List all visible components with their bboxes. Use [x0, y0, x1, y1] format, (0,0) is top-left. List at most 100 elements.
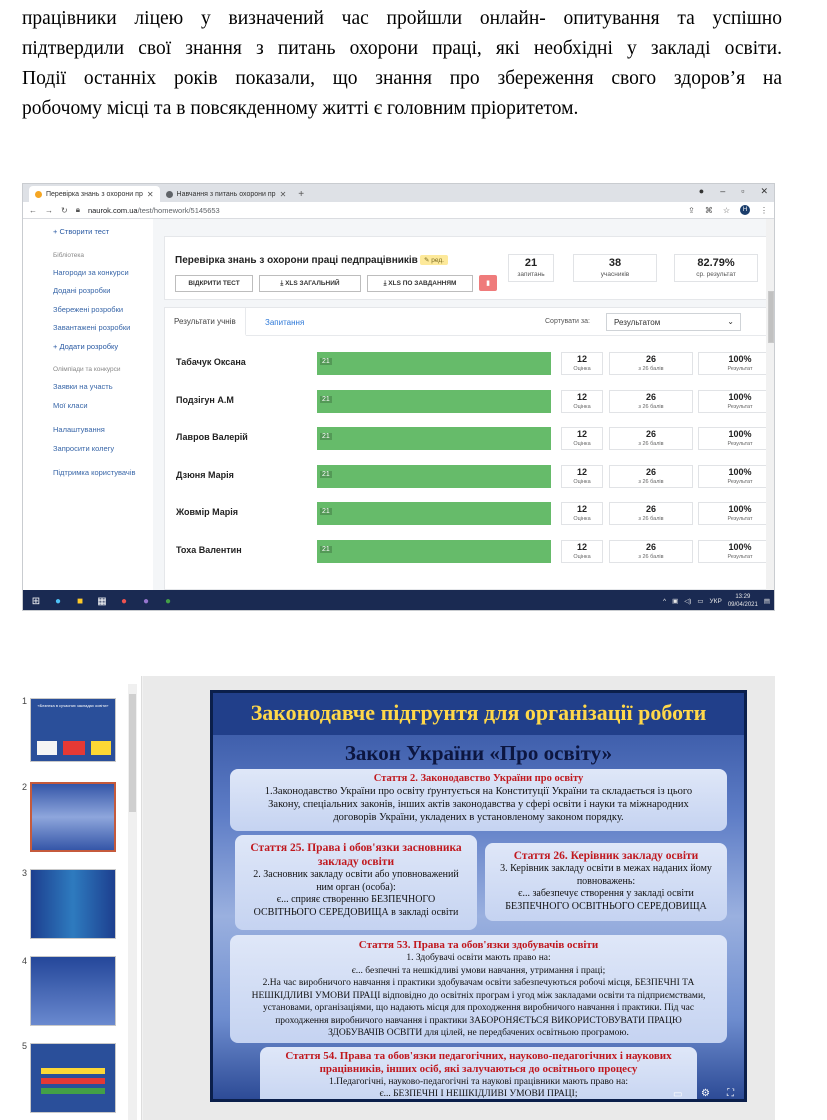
- thumbnails-scrollbar[interactable]: [128, 684, 137, 1120]
- student-name[interactable]: Жовмір Марія: [176, 507, 238, 517]
- tab-student-results[interactable]: Результати учнів: [165, 308, 246, 336]
- fullscreen-icon[interactable]: ⛶: [727, 1088, 734, 1099]
- article-54-line-1: 1.Педагогічні, науково-педагогічні та на…: [329, 1077, 628, 1087]
- table-row[interactable]: Табачук Оксана 21 12 Оцінка 26 з 26 балів 100%…: [165, 344, 774, 381]
- volume-icon[interactable]: ◁): [684, 597, 691, 605]
- tray-chevron-icon[interactable]: ^: [663, 598, 666, 605]
- article-53-line-1: 1. Здобувачі освіти мають право на:: [406, 953, 551, 963]
- edit-badge[interactable]: ✎ ред.: [420, 255, 448, 265]
- delete-button[interactable]: ▮: [479, 275, 497, 291]
- reload-icon[interactable]: ↻: [61, 206, 68, 215]
- star-icon[interactable]: ☆: [723, 206, 730, 215]
- result-box: 100% Результат: [698, 502, 774, 525]
- table-row[interactable]: Жовмір Марія 21 12 Оцінка 26 з 26 балів 100% Ре…: [165, 494, 774, 531]
- open-test-button[interactable]: ВІДКРИТИ ТЕСТ: [175, 275, 253, 292]
- new-tab-button[interactable]: +: [292, 186, 310, 202]
- article-25-line-3: є... сприяє створенню БЕЗПЕЧНОГО: [276, 894, 436, 905]
- keyboard-icon[interactable]: ▭: [697, 597, 703, 605]
- table-row[interactable]: Дзюня Марія 21 12 Оцінка 26 з 26 балів 100% Рез…: [165, 457, 774, 494]
- create-test-link[interactable]: + Створити тест: [53, 221, 153, 241]
- slide-thumbnail-4[interactable]: [30, 956, 116, 1026]
- grade-box: 12 Оцінка: [561, 464, 603, 488]
- sidebar-item-applications[interactable]: Заявки на участь: [53, 378, 153, 397]
- close-tab-icon[interactable]: ✕: [147, 190, 154, 199]
- viber-icon[interactable]: ●: [135, 590, 157, 610]
- subtitles-icon[interactable]: ▭: [673, 1089, 682, 1099]
- url-field[interactable]: naurok.com.ua/test/homework/5145653: [88, 206, 680, 215]
- slide-thumbnail-3[interactable]: [30, 869, 116, 939]
- test-summary-card: Перевірка знань з охорони праці педпраці…: [164, 236, 768, 300]
- student-name[interactable]: Табачук Оксана: [176, 357, 246, 367]
- windows-start-icon[interactable]: ⊞: [25, 590, 47, 610]
- grade-box: 12 Оцінка: [561, 352, 603, 375]
- xls-tasks-button[interactable]: ⤓ XLS ПО ЗАВДАННЯМ: [367, 275, 473, 292]
- article-53-line-2: є... безпечні та нешкідливі умови навчан…: [351, 965, 606, 976]
- browser-tab-1[interactable]: Перевірка знань з охорони пр ✕: [29, 186, 160, 202]
- slide-thumbnail-2[interactable]: [30, 782, 116, 852]
- sidebar-item-support[interactable]: Підтримка користувачів: [53, 464, 153, 483]
- slide-thumbnail-5[interactable]: [30, 1043, 116, 1113]
- student-name[interactable]: Тоха Валентин: [176, 545, 242, 555]
- file-explorer-icon[interactable]: ■: [69, 590, 91, 610]
- sidebar-item-uploaded[interactable]: Завантажені розробки: [53, 319, 153, 338]
- student-name[interactable]: Дзюня Марія: [176, 470, 234, 480]
- grade-box: 12 Оцінка: [561, 389, 603, 413]
- result-value: 100%: [728, 504, 752, 514]
- article-2-line-1: 1.Законодавство України про освіту ґрунт…: [264, 786, 693, 797]
- add-development-link[interactable]: + Додати розробку: [53, 337, 153, 356]
- maximize-icon[interactable]: ▫: [741, 186, 744, 197]
- media-player-icon[interactable]: ▦: [91, 590, 113, 610]
- notifications-icon[interactable]: ▤: [764, 597, 770, 605]
- article-2-line-2: Закону, спеціальних законів, інших актів…: [268, 799, 689, 810]
- browser-tab-2[interactable]: Навчання з питань охорони пр ✕: [160, 186, 293, 202]
- sidebar-item-added[interactable]: Додані розробки: [53, 282, 153, 301]
- close-window-icon[interactable]: ✕: [760, 186, 768, 197]
- points-label: з 26 балів: [638, 516, 664, 522]
- network-icon[interactable]: ▣: [672, 597, 678, 605]
- student-name[interactable]: Подзігун А.М: [176, 395, 234, 405]
- scrollbar-thumb[interactable]: [768, 291, 774, 343]
- progress-bar: 21: [317, 389, 551, 413]
- xls-total-button[interactable]: ⤓ XLS ЗАГАЛЬНИЙ: [259, 275, 361, 292]
- slide-thumbnail-1[interactable]: «Безпека в сучасних закладах освіти»: [30, 698, 116, 762]
- sort-select[interactable]: Результатом ⌄: [606, 313, 741, 331]
- table-row[interactable]: Тоха Валентин 21 12 Оцінка 26 з 26 балів 100% Р…: [165, 532, 774, 569]
- sidebar-item-awards[interactable]: Нагороди за конкурси: [53, 263, 153, 282]
- article-26-line-3: є... забезпечує створення у закладі осві…: [518, 888, 694, 899]
- menu-dots-icon[interactable]: ⋮: [760, 206, 768, 215]
- grade-label: Оцінка: [573, 516, 591, 522]
- close-tab-icon[interactable]: ✕: [280, 190, 287, 199]
- profile-avatar[interactable]: Н: [740, 205, 750, 215]
- sidebar-item-invite[interactable]: Запросити колегу: [53, 439, 153, 458]
- article-26-line-2: повноважень:: [576, 875, 636, 887]
- stat-questions: 21 запитань: [508, 254, 554, 282]
- language-indicator[interactable]: УКР: [710, 598, 722, 605]
- table-row[interactable]: Лавров Валерій 21 12 Оцінка 26 з 26 балів 100%…: [165, 419, 774, 456]
- profile-circle-icon[interactable]: ●: [699, 186, 704, 197]
- sidebar-item-my-classes[interactable]: Мої класи: [53, 396, 153, 415]
- settings-gear-icon[interactable]: ⚙: [701, 1088, 710, 1099]
- library-section-title: Бібліотека: [53, 251, 84, 259]
- stat-average-label: ср. результат: [696, 271, 736, 278]
- tab-questions[interactable]: Запитання: [256, 308, 313, 336]
- window-controls: ● – ▫ ✕: [699, 186, 768, 197]
- thumbnails-scroll-thumb[interactable]: [129, 694, 136, 812]
- clock[interactable]: 13:29 09/04/2021: [728, 593, 758, 609]
- back-arrow-icon[interactable]: ←: [29, 206, 37, 215]
- stat-average-value: 82.79%: [697, 257, 735, 269]
- points-value: 26: [645, 541, 656, 552]
- student-name[interactable]: Лавров Валерій: [176, 432, 248, 442]
- translate-icon[interactable]: ⌘: [705, 206, 713, 215]
- sort-select-value: Результатом: [614, 317, 661, 327]
- sidebar-item-settings[interactable]: Налаштування: [53, 421, 153, 440]
- chrome-icon[interactable]: ●: [157, 590, 179, 610]
- forward-arrow-icon[interactable]: →: [45, 206, 53, 215]
- minimize-icon[interactable]: –: [720, 186, 725, 197]
- sidebar-item-saved[interactable]: Збережені розробки: [53, 300, 153, 319]
- edge-icon[interactable]: ●: [47, 590, 69, 610]
- table-row[interactable]: Подзігун А.М 21 12 Оцінка 26 з 26 балів 100% Ре…: [165, 382, 774, 419]
- share-icon[interactable]: ⇪: [688, 206, 695, 215]
- yandex-icon[interactable]: ●: [113, 590, 135, 610]
- article-54-title-2: працівників, інших осіб, які залучаються…: [319, 1063, 638, 1075]
- page-scrollbar[interactable]: [766, 219, 774, 590]
